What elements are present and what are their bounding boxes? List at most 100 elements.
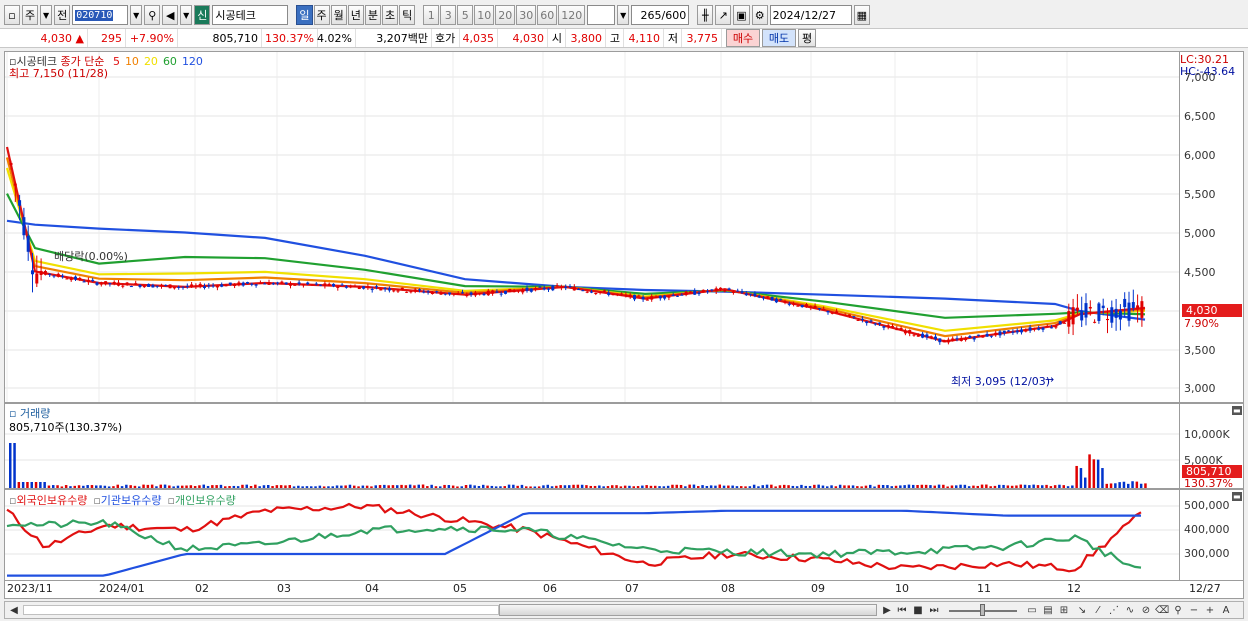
stock-code-input[interactable]: 020710 bbox=[72, 5, 129, 25]
ma-5-line bbox=[5, 146, 1146, 343]
candle-body bbox=[375, 286, 378, 288]
draw-tool-icon[interactable]: ↗ bbox=[715, 5, 732, 25]
scroll-left-icon[interactable]: ◀ bbox=[7, 602, 21, 618]
chevron-down-icon[interactable]: ▼ bbox=[40, 5, 53, 25]
erase-icon[interactable]: ⌫ bbox=[1155, 602, 1169, 618]
zoom-in-icon[interactable]: + bbox=[1203, 602, 1217, 618]
candle-body bbox=[456, 293, 460, 295]
custom-period-input[interactable] bbox=[587, 5, 616, 25]
ma-legend-10: 10 bbox=[124, 55, 139, 68]
scrollbar-thumb[interactable] bbox=[499, 604, 877, 616]
date-input[interactable]: 2024/12/27 bbox=[769, 5, 852, 25]
channel-icon[interactable]: ⋰ bbox=[1107, 602, 1121, 618]
volume-bar bbox=[654, 485, 657, 488]
ma-20-line bbox=[5, 167, 1146, 332]
volume-panel[interactable]: ▫ 거래량 805,710주(130.37%) bbox=[4, 403, 1180, 489]
minute-tab-1[interactable]: 3 bbox=[440, 5, 457, 25]
trendline-icon[interactable]: ↘ bbox=[1075, 602, 1089, 618]
candle-body bbox=[332, 283, 335, 287]
volume-bar bbox=[112, 486, 115, 488]
x-label-2: 02 bbox=[195, 582, 209, 595]
period-tab-6[interactable]: 틱 bbox=[399, 5, 416, 25]
speaker-dropdown-icon[interactable]: ▼ bbox=[180, 5, 193, 25]
speaker-icon[interactable]: ◀ bbox=[162, 5, 179, 25]
minute-tab-7[interactable]: 120 bbox=[558, 5, 586, 25]
text-size-icon[interactable]: A bbox=[1219, 602, 1233, 618]
line-icon[interactable]: ⁄ bbox=[1091, 602, 1105, 618]
candle-type-icon[interactable]: ╫ bbox=[697, 5, 714, 25]
zoom-out-icon[interactable]: − bbox=[1187, 602, 1201, 618]
period-tab-4[interactable]: 분 bbox=[364, 5, 381, 25]
volume-bar bbox=[150, 484, 154, 488]
volume-bar bbox=[271, 486, 274, 488]
save-icon[interactable]: ▣ bbox=[733, 5, 750, 25]
candle-body bbox=[323, 283, 327, 286]
last-icon[interactable]: ⏭ bbox=[927, 602, 941, 618]
volume-bar bbox=[249, 486, 253, 488]
bar-count: 265 bbox=[640, 8, 662, 22]
candle-body bbox=[645, 299, 649, 301]
candle-body bbox=[207, 285, 211, 287]
candle-body bbox=[461, 292, 464, 294]
holding-panel[interactable]: ▫외국인보유수량 ▫기관보유수량 ▫개인보유수량 bbox=[4, 489, 1180, 581]
price-tick-8: 3,000 bbox=[1184, 382, 1216, 395]
search-icon[interactable]: ⚲ bbox=[144, 5, 161, 25]
volume-bar bbox=[318, 485, 322, 488]
stop-icon[interactable]: ■ bbox=[911, 602, 925, 618]
mode-select[interactable]: 전 bbox=[54, 5, 71, 25]
period-tab-0[interactable]: 일 bbox=[296, 5, 313, 25]
candle-body bbox=[491, 290, 495, 294]
sell-button[interactable]: 매도 bbox=[762, 29, 796, 47]
candle-body bbox=[78, 277, 82, 280]
zoom-slider-handle[interactable] bbox=[980, 604, 985, 616]
layout-icon-2[interactable]: ▭ bbox=[1025, 602, 1039, 618]
buy-button[interactable]: 매수 bbox=[726, 29, 760, 47]
screenshot-icon[interactable]: ▤ bbox=[1041, 602, 1055, 618]
minute-tab-5[interactable]: 30 bbox=[516, 5, 537, 25]
scrollbar-track[interactable] bbox=[23, 605, 499, 615]
code-dropdown-icon[interactable]: ▼ bbox=[130, 5, 143, 25]
gear-icon[interactable]: ⚙ bbox=[751, 5, 768, 25]
candle-body bbox=[641, 296, 645, 300]
period-tab-1[interactable]: 주 bbox=[313, 5, 330, 25]
calendar-icon[interactable]: ▦ bbox=[853, 5, 871, 25]
candle-body bbox=[946, 339, 950, 343]
volume-bar bbox=[99, 485, 102, 488]
fib-icon[interactable]: ⊘ bbox=[1139, 602, 1153, 618]
avg-price-button[interactable]: 평 bbox=[798, 29, 816, 47]
volume-bar bbox=[361, 485, 365, 488]
scroll-right-icon[interactable]: ▶ bbox=[881, 602, 893, 618]
period-tab-3[interactable]: 년 bbox=[347, 5, 364, 25]
candle-body bbox=[18, 200, 22, 206]
minute-tab-4[interactable]: 20 bbox=[495, 5, 516, 25]
wave-icon[interactable]: ∿ bbox=[1123, 602, 1137, 618]
minute-tab-0[interactable]: 1 bbox=[423, 5, 440, 25]
candle-body bbox=[736, 290, 740, 292]
candle-body bbox=[86, 279, 90, 283]
volume-bar bbox=[727, 485, 730, 488]
magnifier-icon[interactable]: ⚲ bbox=[1171, 602, 1185, 618]
holding-panel-close-icon[interactable]: ▬ bbox=[1232, 492, 1242, 501]
volume-panel-close-icon[interactable]: ▬ bbox=[1232, 406, 1242, 415]
candle-body bbox=[581, 290, 585, 292]
price-chart-svg bbox=[5, 52, 1179, 402]
minute-tab-6[interactable]: 60 bbox=[537, 5, 558, 25]
minute-tab-2[interactable]: 5 bbox=[457, 5, 474, 25]
price-chart-panel[interactable]: ▫시공테크 종가 단순 5 10 20 60 120 최고 7,150 (11/28) … bbox=[4, 51, 1180, 403]
candle-body bbox=[796, 305, 800, 307]
bar-count-input[interactable]: 265/600 bbox=[631, 5, 690, 25]
stock-name-field[interactable]: 시공테크 bbox=[212, 5, 289, 25]
period-tab-5[interactable]: 초 bbox=[382, 5, 399, 25]
period-tab-2[interactable]: 월 bbox=[330, 5, 347, 25]
layout-icon[interactable]: ▫ bbox=[4, 5, 20, 25]
market-select[interactable]: 주 bbox=[22, 5, 39, 25]
custom-period-dropdown-icon[interactable]: ▼ bbox=[617, 5, 630, 25]
first-icon[interactable]: ⏮ bbox=[895, 602, 909, 618]
volume-value: 805,710 bbox=[178, 29, 262, 47]
volume-bar bbox=[490, 485, 494, 488]
split-icon[interactable]: ⊞ bbox=[1057, 602, 1071, 618]
candle-body bbox=[160, 284, 163, 287]
minute-tab-3[interactable]: 10 bbox=[474, 5, 495, 25]
candle-body bbox=[327, 283, 331, 286]
volume-bar bbox=[1101, 468, 1104, 488]
